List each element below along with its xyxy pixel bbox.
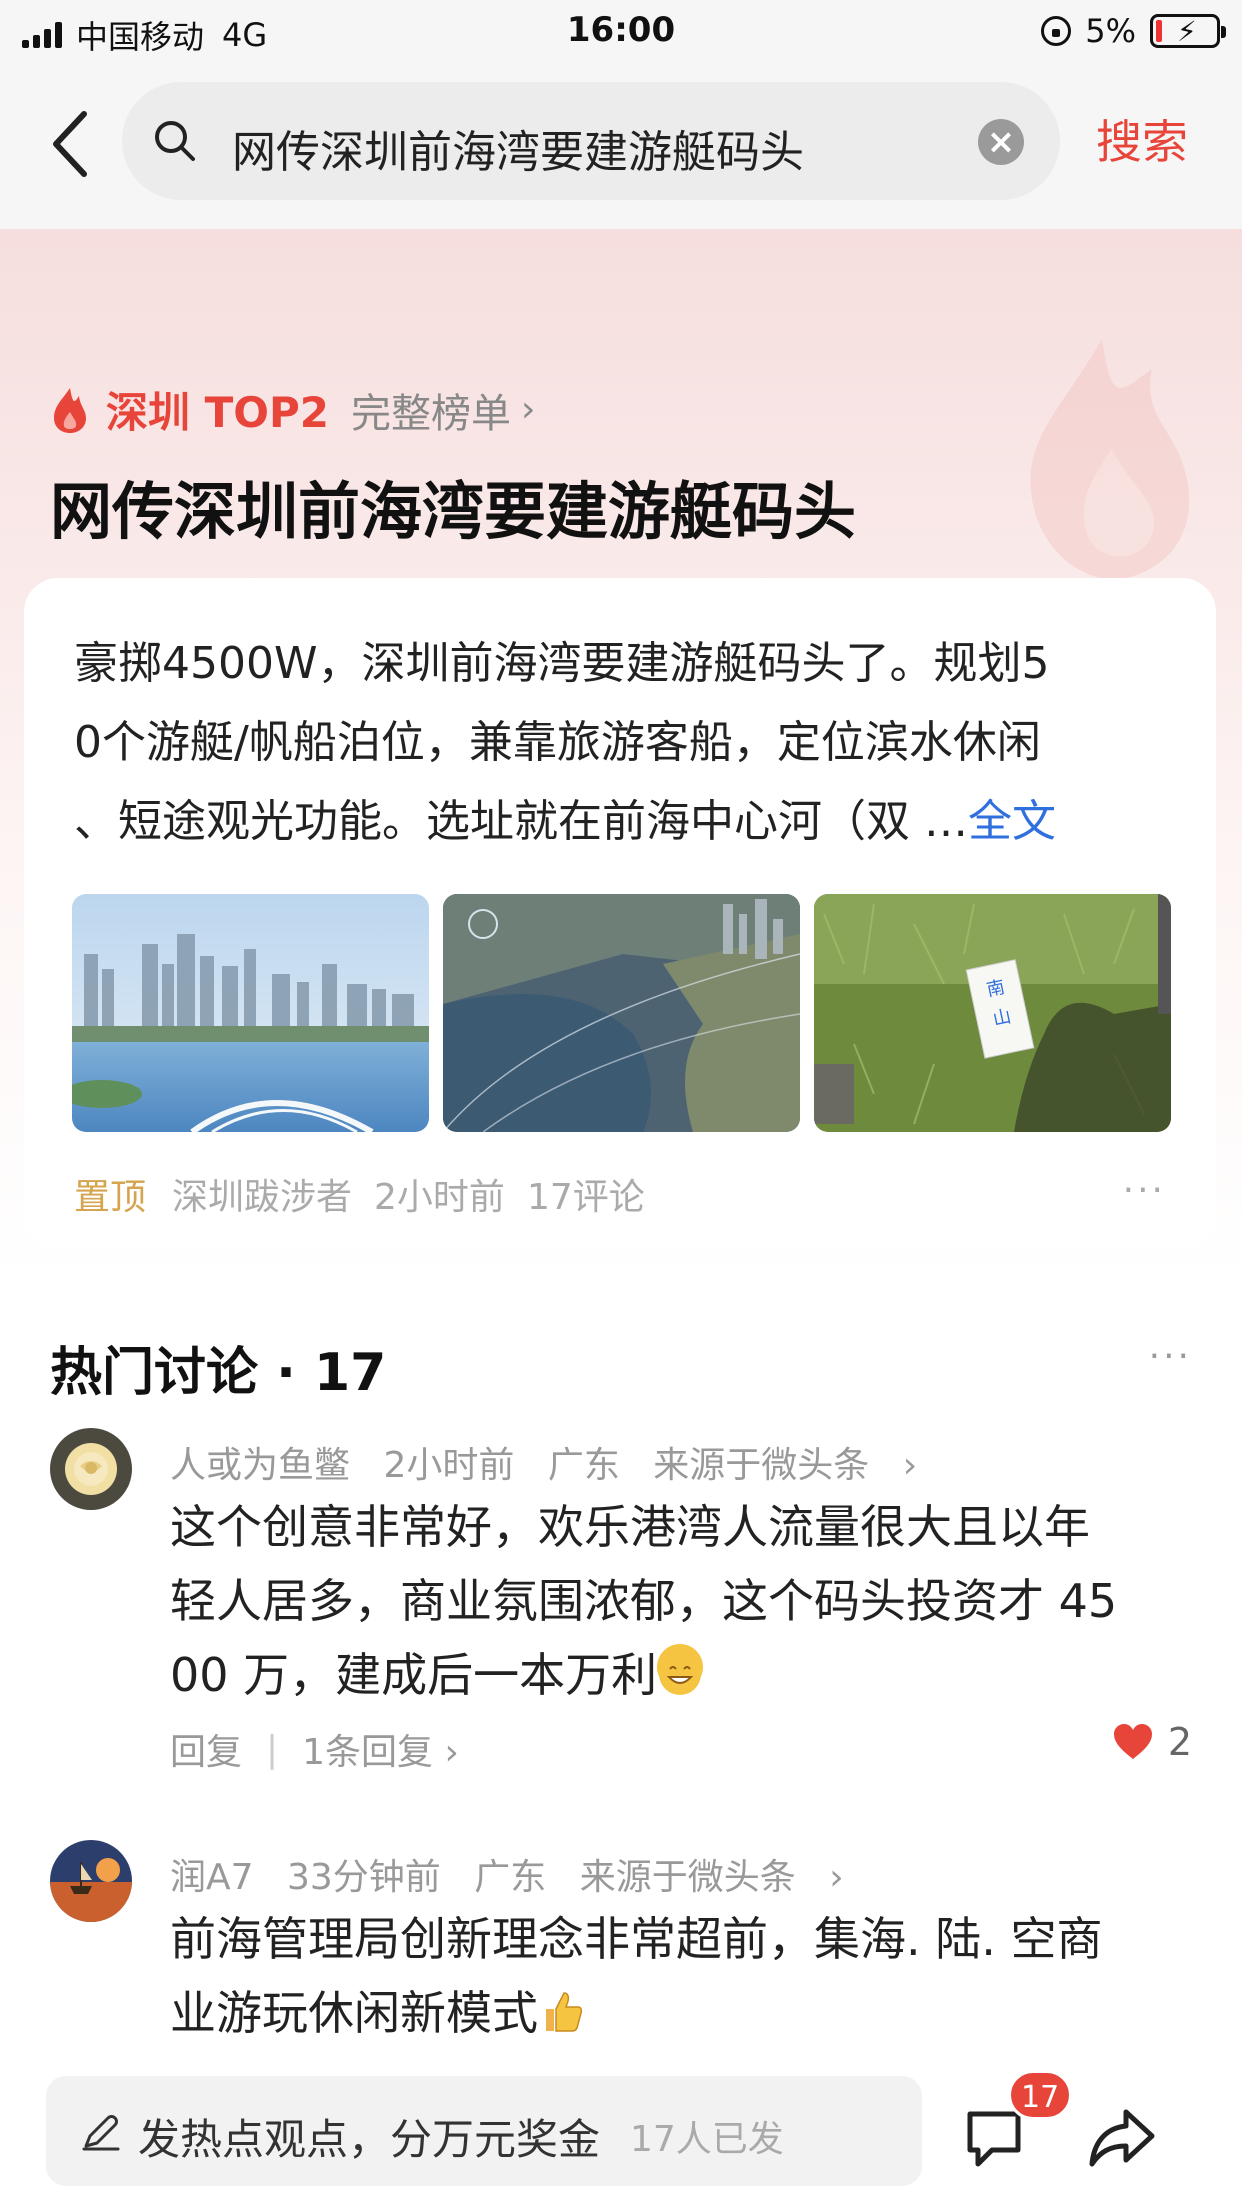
comment-meta: 润A7 33分钟前 广东 来源于微头条 › [170,1848,888,1900]
comment-actions: 回复 | 1条回复 › [170,1723,459,1775]
grin-emoji-icon [657,1644,704,1695]
search-query-text: 网传深圳前海湾要建游艇码头 [232,127,804,178]
comment-line: 这个创意非常好，欢乐港湾人流量很大且以年 [170,1500,1090,1554]
post-prompt: 发热点观点，分万元奖金 [138,2115,601,2164]
chevron-right-icon: › [817,1857,844,1898]
read-more-link[interactable]: 全文 [968,796,1056,847]
pen-icon [82,2115,120,2151]
more-options-icon[interactable]: ··· [1123,1170,1166,1211]
discussion-title: 热门讨论 · 17 [50,1343,387,1403]
comment-meta: 人或为鱼鳖 2小时前 广东 来源于微头条 › [170,1436,961,1488]
article-comment-count[interactable]: 17评论 [527,1168,645,1220]
avatar[interactable] [50,1428,132,1510]
post-count: 17人已发 [630,2119,784,2160]
view-replies-link[interactable]: 1条回复 › [302,1723,459,1775]
comment-text: 前海管理局创新理念非常超前，集海. 陆. 空商 业游玩休闲新模式 [170,1902,1190,2050]
share-icon[interactable] [1086,2106,1158,2170]
pinned-badge: 置顶 [74,1177,147,1218]
article-meta: 置顶 深圳跋涉者 2小时前 17评论 [74,1168,667,1220]
article-line-text: 、短途观光功能。选址就在前海中心河（双 … [74,796,968,847]
avatar[interactable] [50,1840,132,1922]
comment-icon[interactable] [962,2106,1026,2170]
search-button[interactable]: 搜索 [1096,106,1188,172]
topic-title: 网传深圳前海湾要建游艇码头 [50,475,857,548]
back-arrow-icon[interactable] [44,104,104,184]
comment-line: 00 万，建成后一本万利 [170,1638,1190,1712]
article-line: 豪掷4500W，深圳前海湾要建游艇码头了。规划5 [74,638,1050,689]
chevron-right-icon: › [891,1445,918,1486]
post-opinion-input[interactable]: 发热点观点，分万元奖金 17人已发 [46,2076,922,2186]
divider: | [266,1728,279,1770]
chevron-right-icon: › [520,389,536,430]
rank-line[interactable]: 深圳 TOP2 完整榜单 › [50,379,535,440]
discussion-more-icon[interactable]: ··· [1149,1336,1192,1377]
comment-line-text: 业游玩休闲新模式 [170,1986,538,2040]
bottom-bar: 发热点观点，分万元奖金 17人已发 17 [0,2066,1242,2208]
reply-button[interactable]: 回复 [170,1723,242,1775]
comment-time: 33分钟前 [287,1857,441,1898]
clear-icon[interactable]: × [978,119,1024,165]
search-icon [155,121,195,161]
comment-location: 广东 [474,1857,547,1898]
thumbs-up-emoji-icon [538,1982,584,2032]
comment-line: 业游玩休闲新模式 [170,1976,1190,2050]
article-card[interactable]: 豪掷4500W，深圳前海湾要建游艇码头了。规划5 0个游艇/帆船泊位，兼靠旅游客… [24,578,1216,1250]
article-image-aerial-plan[interactable] [443,894,800,1132]
comment-source[interactable]: 来源于微头条 › [653,1445,939,1486]
article-time: 2小时前 [374,1177,505,1218]
comment-text: 这个创意非常好，欢乐港湾人流量很大且以年 轻人居多，商业氛围浓郁，这个码头投资才… [170,1490,1190,1712]
status-right: 5% ⚡ [1041,12,1226,50]
flame-decoration-icon [1030,339,1190,580]
battery-icon: ⚡ [1150,14,1226,48]
battery-percent: 5% [1085,12,1136,50]
article-author[interactable]: 深圳跋涉者 [172,1168,352,1220]
like-count: 2 [1167,1720,1192,1764]
rank-label: 深圳 TOP2 [106,388,329,437]
replies-label: 1条回复 [302,1732,434,1773]
article-image-grass-sign[interactable]: 南 山 [814,894,1171,1132]
comment-user[interactable]: 人或为鱼鳖 [170,1445,350,1486]
comment-source[interactable]: 来源于微头条 › [580,1857,866,1898]
comment-time: 2小时前 [383,1445,515,1486]
heart-icon [1113,1724,1152,1759]
flame-icon [54,387,86,433]
comment-line: 前海管理局创新理念非常超前，集海. 陆. 空商 [170,1912,1103,1966]
comment-user[interactable]: 润A7 [170,1857,254,1898]
comment-line: 轻人居多，商业氛围浓郁，这个码头投资才 45 [170,1574,1118,1628]
comment-count-badge: 17 [1008,2070,1073,2120]
search-header: 网传深圳前海湾要建游艇码头 × 搜索 [0,64,1242,229]
status-bar: 中国移动 4G 16:00 5% ⚡ [0,0,1242,64]
article-images: 南 山 [72,894,1171,1132]
comment-location: 广东 [547,1445,620,1486]
comment-line-text: 00 万，建成后一本万利 [170,1648,658,1702]
comment-source-label: 来源于微头条 [653,1445,870,1486]
like-button[interactable]: 2 [1112,1720,1192,1764]
comment-source-label: 来源于微头条 [579,1857,796,1898]
chevron-right-icon: › [433,1732,459,1773]
article-excerpt: 豪掷4500W，深圳前海湾要建游艇码头了。规划5 0个游艇/帆船泊位，兼靠旅游客… [74,624,1184,861]
search-input[interactable]: 网传深圳前海湾要建游艇码头 × [122,82,1060,200]
article-image-skyline[interactable] [72,894,429,1132]
article-line: 、短途观光功能。选址就在前海中心河（双 …全文 [74,782,1184,861]
full-list-link[interactable]: 完整榜单 [351,381,511,439]
rotation-lock-icon [1041,16,1072,46]
article-line: 0个游艇/帆船泊位，兼靠旅游客船，定位滨水休闲 [74,717,1041,768]
